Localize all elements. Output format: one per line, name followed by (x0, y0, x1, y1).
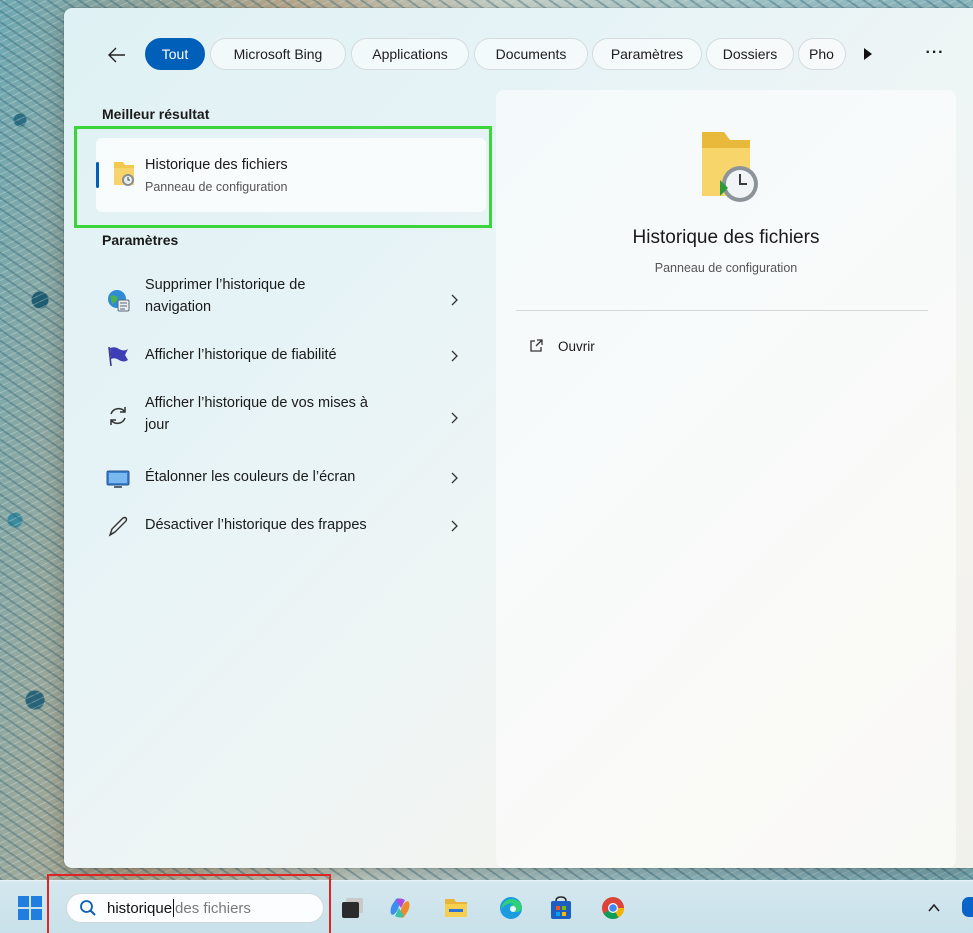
filter-chip-documents[interactable]: Documents (474, 38, 588, 70)
chevron-right-icon (451, 412, 458, 424)
monitor-icon (106, 470, 130, 488)
best-match-subtitle: Panneau de configuration (145, 180, 288, 194)
chevron-right-icon (451, 294, 458, 306)
sync-icon (110, 407, 126, 425)
chrome-icon[interactable] (600, 895, 626, 921)
setting-item-typing-history[interactable]: Désactiver l’historique des frappes (96, 514, 476, 538)
filter-chip-settings[interactable]: Paramètres (592, 38, 702, 70)
filter-chip-bing[interactable]: Microsoft Bing (210, 38, 346, 70)
store-icon[interactable] (548, 895, 574, 921)
pen-icon (108, 516, 128, 537)
file-explorer-icon[interactable] (443, 895, 469, 921)
back-button[interactable] (104, 42, 130, 68)
open-external-icon (530, 339, 543, 352)
windows-start-icon[interactable] (18, 896, 42, 920)
filter-bar: Tout Microsoft Bing Applications Documen… (64, 38, 973, 72)
globe-settings-icon (108, 290, 130, 312)
filter-chip-photos[interactable]: Pho (798, 38, 846, 70)
chevron-right-icon (451, 472, 458, 484)
best-match-result[interactable]: Historique des fichiers Panneau de confi… (96, 138, 486, 212)
setting-item-update-history[interactable]: Afficher l’historique de vos mises à jour (96, 392, 476, 438)
show-hidden-icons-chevron-icon[interactable] (925, 899, 943, 917)
copilot-icon[interactable] (387, 895, 413, 921)
filter-chip-folders[interactable]: Dossiers (706, 38, 794, 70)
setting-item-clear-browsing-history[interactable]: Supprimer l’historique de navigation (96, 274, 476, 320)
preview-divider (516, 310, 928, 311)
task-view-icon[interactable] (340, 895, 366, 921)
settings-heading: Paramètres (102, 232, 179, 248)
best-match-heading: Meilleur résultat (102, 106, 210, 122)
setting-item-calibrate-colors[interactable]: Étalonner les couleurs de l’écran (96, 466, 476, 490)
search-panel: Tout Microsoft Bing Applications Documen… (64, 8, 973, 868)
setting-label: Afficher l’historique de vos mises à jour (145, 395, 368, 433)
bluetooth-icon[interactable] (962, 897, 973, 917)
open-button[interactable]: Ouvrir (528, 336, 595, 356)
result-preview-pane: Historique des fichiers Panneau de confi… (496, 90, 956, 868)
setting-label: Désactiver l’historique des frappes (145, 517, 367, 533)
setting-item-reliability-history[interactable]: Afficher l’historique de fiabilité (96, 344, 476, 368)
preview-title: Historique des fichiers (632, 227, 820, 248)
file-history-large-icon (702, 132, 758, 202)
filter-chip-all[interactable]: Tout (145, 38, 205, 70)
back-arrow-icon (108, 47, 125, 63)
chevron-right-icon (451, 350, 458, 362)
flag-icon (108, 346, 128, 367)
filter-chip-applications[interactable]: Applications (351, 38, 469, 70)
edge-icon[interactable] (498, 895, 524, 921)
best-match-title: Historique des fichiers (145, 157, 288, 173)
preview-subtitle: Panneau de configuration (654, 261, 798, 275)
setting-label: Afficher l’historique de fiabilité (145, 347, 337, 363)
search-box-highlight (47, 874, 331, 933)
setting-label: Supprimer l’historique de navigation (145, 277, 306, 315)
selection-indicator (96, 162, 99, 188)
scroll-right-icon[interactable] (860, 46, 876, 62)
more-options-button[interactable]: ··· (922, 40, 948, 66)
file-history-icon (114, 162, 134, 186)
open-label: Ouvrir (558, 338, 595, 354)
chevron-right-icon (451, 520, 458, 532)
setting-label: Étalonner les couleurs de l’écran (145, 469, 356, 485)
